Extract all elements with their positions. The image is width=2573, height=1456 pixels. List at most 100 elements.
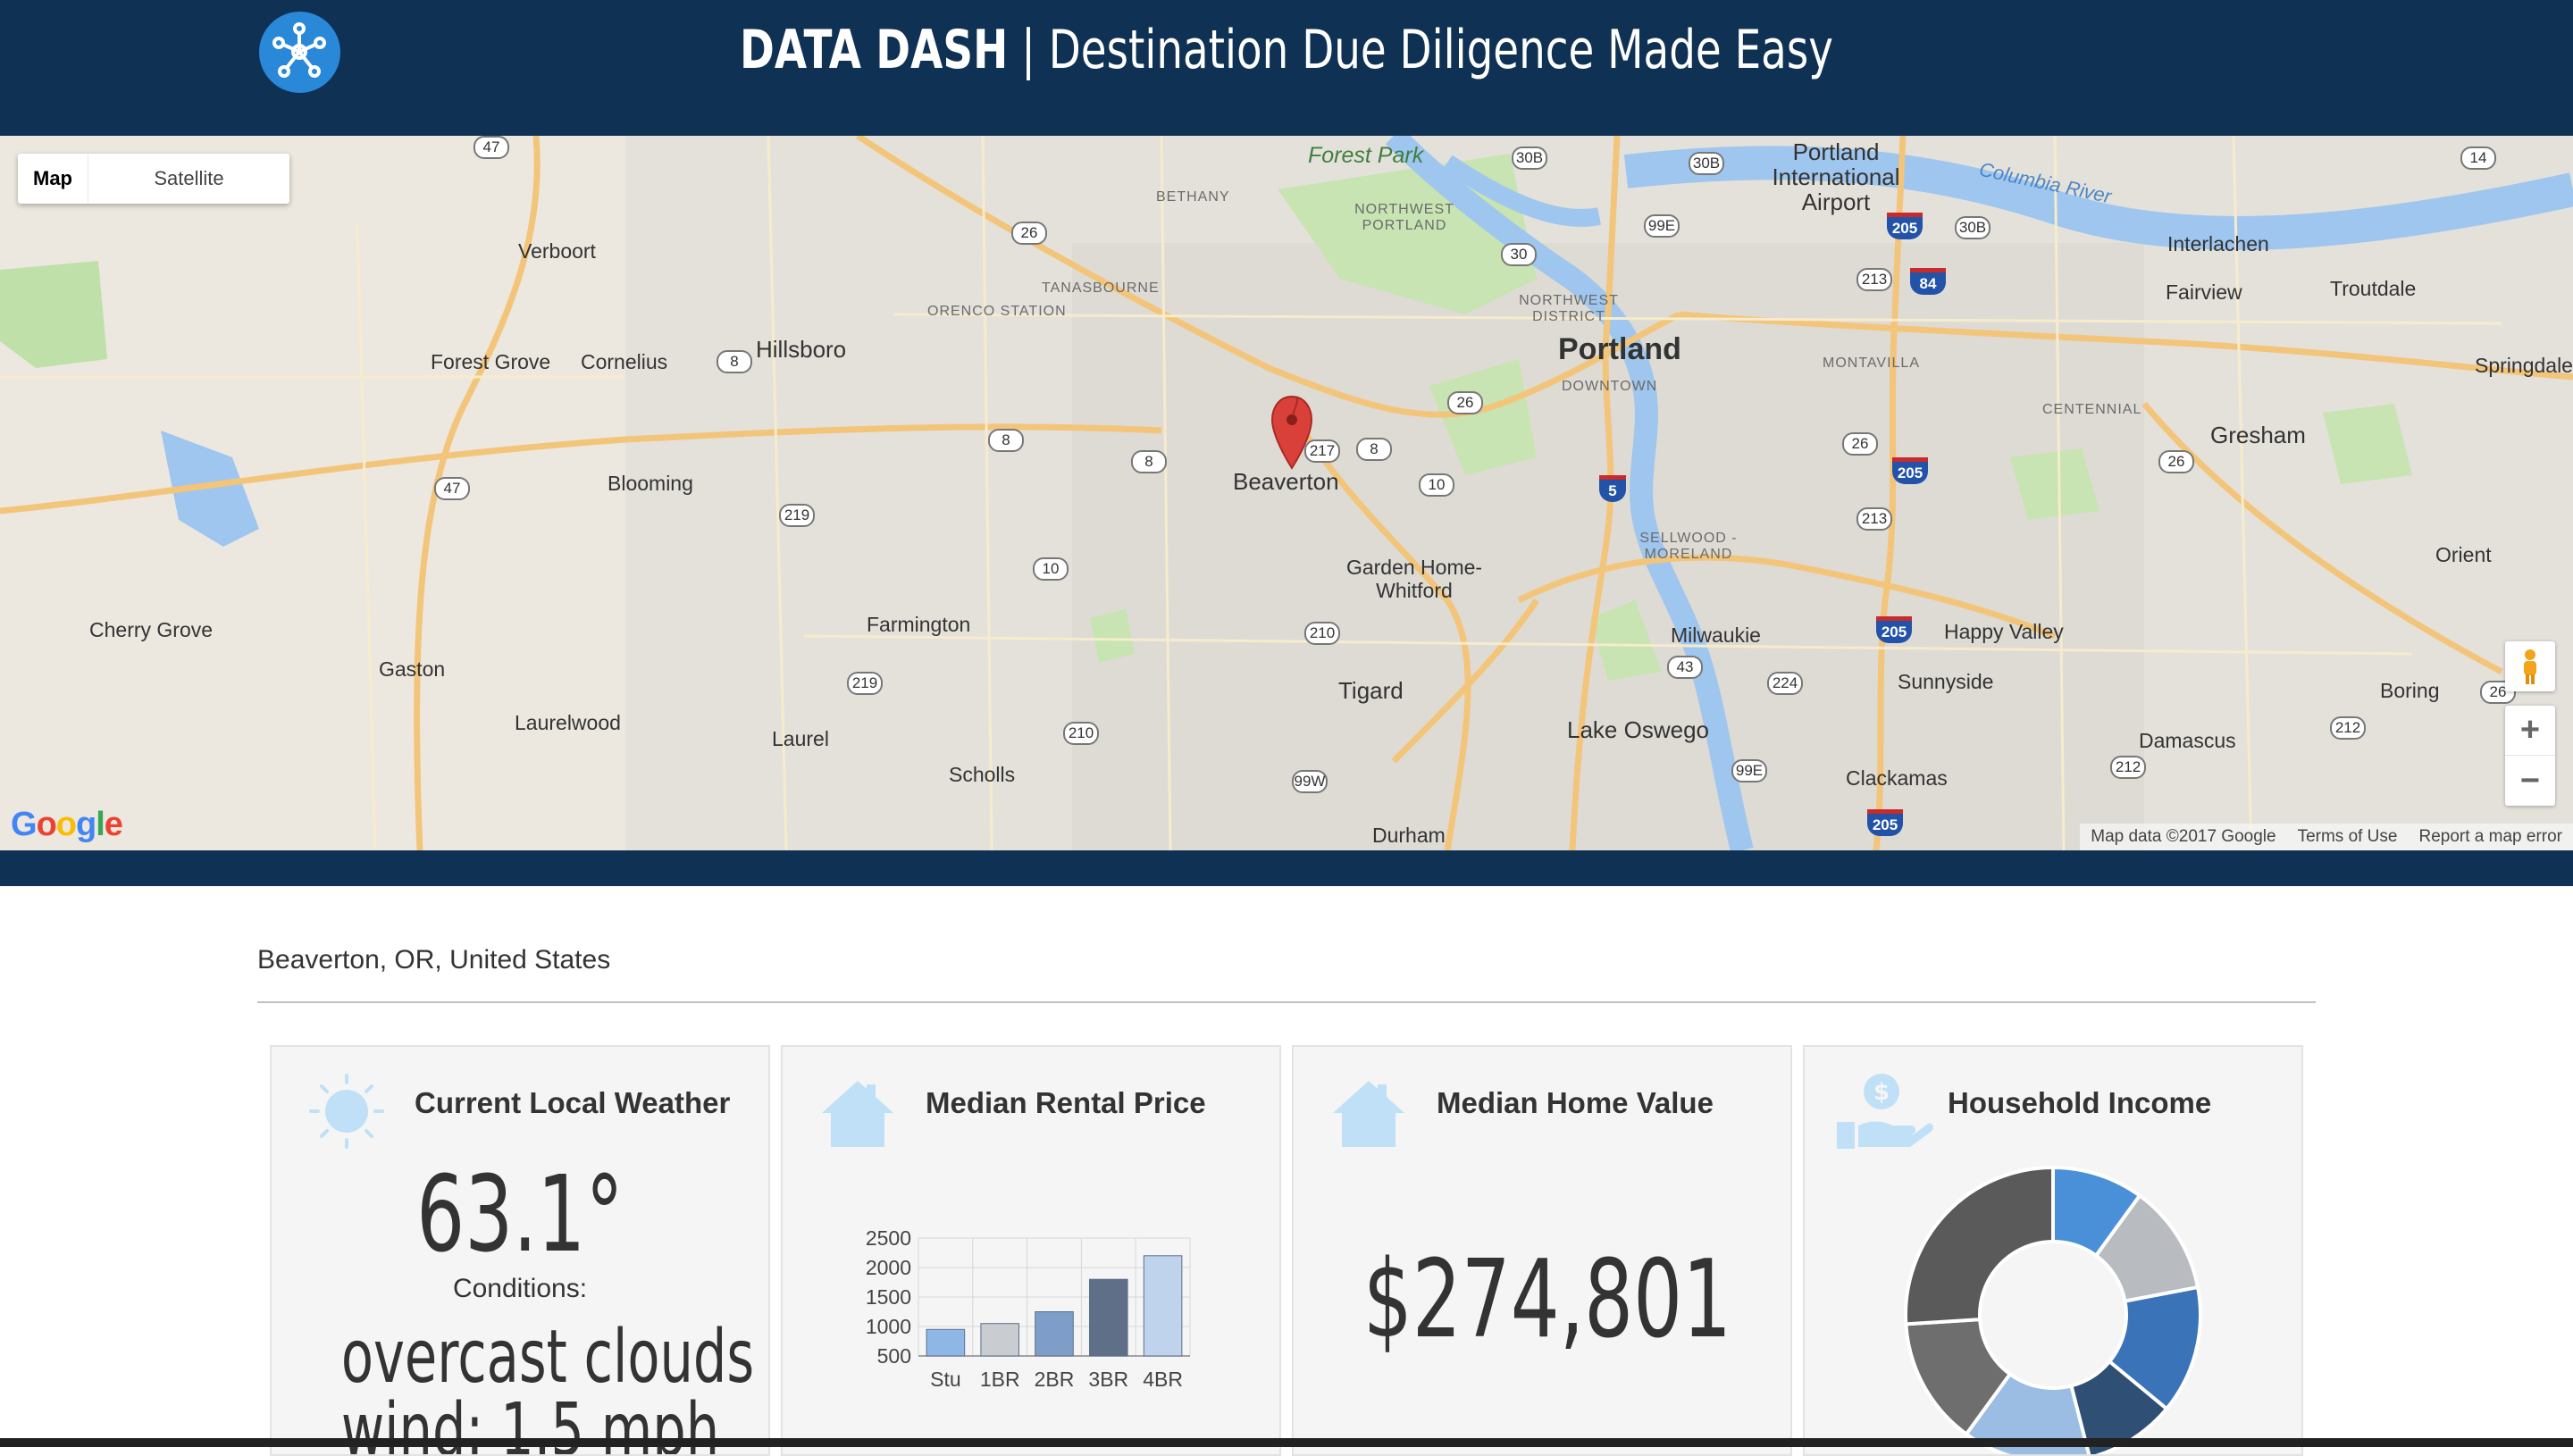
x-tick-label: 3BR	[1088, 1368, 1128, 1391]
app-title: DATA DASH | Destination Due Diligence Ma…	[283, 13, 2290, 88]
highway-shield-icon: 26	[2158, 450, 2194, 473]
x-tick-label: 1BR	[980, 1368, 1020, 1391]
highway-shield-icon: 210	[1063, 722, 1099, 745]
map-place-label: Portland International Airport	[1772, 138, 1900, 215]
interstate-shield-icon: 84	[1910, 268, 1946, 295]
highway-shield-icon: 212	[2110, 756, 2146, 779]
bar[interactable]	[980, 1323, 1019, 1357]
highway-shield-icon: 213	[1856, 507, 1892, 531]
brand-name: DATA DASH	[740, 19, 1009, 81]
street-view-pegman-icon[interactable]	[2505, 641, 2555, 691]
google-logo: Google	[11, 806, 123, 843]
map-district-label: NORTHWEST DISTRICT	[1519, 293, 1619, 324]
page-bottom-strip	[0, 1438, 2573, 1447]
highway-shield-icon: 10	[1033, 557, 1069, 581]
conditions-value: overcast clouds	[340, 1315, 755, 1400]
highway-shield-icon: 14	[2460, 146, 2496, 170]
terms-of-use-link[interactable]: Terms of Use	[2298, 827, 2398, 847]
map-place-label: Forest Grove	[431, 350, 551, 373]
map-type-map-button[interactable]: Map	[18, 154, 88, 204]
y-tick-label: 1500	[866, 1285, 911, 1309]
interstate-shield-icon: 205	[1887, 213, 1923, 239]
map-place-label: Laurelwood	[515, 711, 621, 734]
card-title: Median Home Value	[1437, 1086, 1714, 1119]
highway-shield-icon: 26	[1842, 432, 1878, 456]
highway-shield-icon: 212	[2330, 716, 2366, 740]
highway-shield-icon: 47	[474, 136, 509, 159]
map-place-label: Hillsboro	[756, 336, 847, 363]
sun-icon	[309, 1074, 384, 1149]
map-place-label: Forest Park	[1308, 143, 1424, 168]
highway-shield-icon: 213	[1856, 268, 1892, 291]
highway-shield-icon: 224	[1767, 672, 1803, 695]
highway-shield-icon: 219	[847, 672, 883, 695]
interstate-shield-icon: 205	[1867, 809, 1903, 836]
bar[interactable]	[1089, 1278, 1128, 1357]
map-place-label: Fairview	[2166, 280, 2242, 304]
map-place-label: Verboort	[518, 239, 596, 263]
zoom-in-button[interactable]: +	[2505, 706, 2555, 756]
x-tick-label: Stu	[930, 1368, 961, 1391]
map-type-satellite-button[interactable]: Satellite	[88, 154, 289, 204]
map-place-label: Lake Oswego	[1567, 716, 1709, 743]
highway-shield-icon: 30B	[1689, 152, 1724, 175]
highway-shield-icon: 8	[988, 429, 1024, 452]
highway-shield-icon: 8	[1356, 438, 1392, 461]
highway-shield-icon: 47	[434, 477, 470, 500]
map-district-label: MONTAVILLA	[1823, 356, 1920, 371]
map-place-label: Damascus	[2139, 729, 2236, 752]
map-district-label: NORTHWEST PORTLAND	[1354, 202, 1454, 233]
map-view[interactable]: Portland Beaverton Hillsboro Gresham Tig…	[0, 136, 2573, 850]
bar[interactable]	[1143, 1255, 1183, 1357]
map-place-label: Sunnyside	[1898, 670, 1994, 693]
map-place-label: Durham	[1372, 824, 1446, 847]
report-map-error-link[interactable]: Report a map error	[2418, 827, 2562, 847]
map-place-label: Happy Valley	[1944, 620, 2064, 643]
map-district-label: TANASBOURNE	[1042, 280, 1160, 296]
x-tick-label: 2BR	[1035, 1368, 1075, 1391]
highway-shield-icon: 43	[1667, 656, 1703, 679]
map-place-label: Springdale	[2475, 354, 2573, 377]
highway-shield-icon: 8	[717, 350, 752, 373]
map-place-label: Interlachen	[2167, 232, 2269, 255]
highway-shield-icon: 99E	[1731, 759, 1767, 782]
rental-price-card: Median Rental Price 500 1000 1500 2000 2500 S…	[781, 1045, 1281, 1456]
rental-bar-chart: 500 1000 1500 2000 2500 Stu 1BR 2BR 3BR 4BR	[866, 1226, 1191, 1391]
zoom-control: + −	[2505, 706, 2555, 806]
map-place-label: Gresham	[2210, 422, 2306, 448]
highway-shield-icon: 30B	[1955, 216, 1991, 239]
map-bottom-band	[0, 850, 2573, 886]
zoom-out-button[interactable]: −	[2505, 756, 2555, 806]
map-place-label: Clackamas	[1846, 766, 1948, 790]
map-attribution: Map data ©2017 Google Terms of Use Repor…	[2080, 824, 2573, 850]
highway-shield-icon: 26	[1011, 222, 1047, 245]
map-place-label: Milwaukie	[1671, 623, 1761, 647]
map-place-label: Tigard	[1338, 677, 1404, 704]
donut-slice[interactable]	[1904, 1165, 2055, 1326]
bar[interactable]	[926, 1328, 966, 1357]
weather-card: Current Local Weather 63.1° Conditions: …	[270, 1045, 770, 1456]
home-value: $274,801	[1362, 1238, 1732, 1362]
highway-shield-icon: 30	[1501, 243, 1537, 266]
highway-shield-icon: 219	[779, 504, 815, 527]
map-place-label: Gaston	[379, 657, 446, 681]
bar[interactable]	[1035, 1311, 1074, 1357]
map-place-label: Blooming	[608, 472, 693, 495]
y-tick-label: 1000	[866, 1315, 911, 1338]
card-title: Current Local Weather	[415, 1086, 731, 1119]
map-place-label: Farmington	[867, 613, 971, 636]
x-tick-label: 4BR	[1143, 1368, 1183, 1391]
household-income-card: $ Household Income	[1803, 1045, 2303, 1456]
map-place-label: Scholls	[949, 763, 1016, 786]
map-place-label: Cornelius	[581, 350, 668, 373]
highway-shield-icon: 30B	[1512, 146, 1547, 170]
map-district-label: SELLWOOD - MORELAND	[1639, 531, 1738, 562]
highway-shield-icon: 8	[1131, 450, 1167, 473]
highway-shield-icon: 26	[1447, 391, 1483, 414]
map-place-label: Portland	[1558, 332, 1681, 366]
highway-shield-icon: 99W	[1292, 770, 1328, 793]
household-income-donut-chart	[1904, 1165, 2202, 1454]
y-tick-label: 2000	[866, 1256, 911, 1279]
conditions-label: Conditions:	[452, 1274, 588, 1303]
map-place-label: Orient	[2435, 543, 2492, 566]
